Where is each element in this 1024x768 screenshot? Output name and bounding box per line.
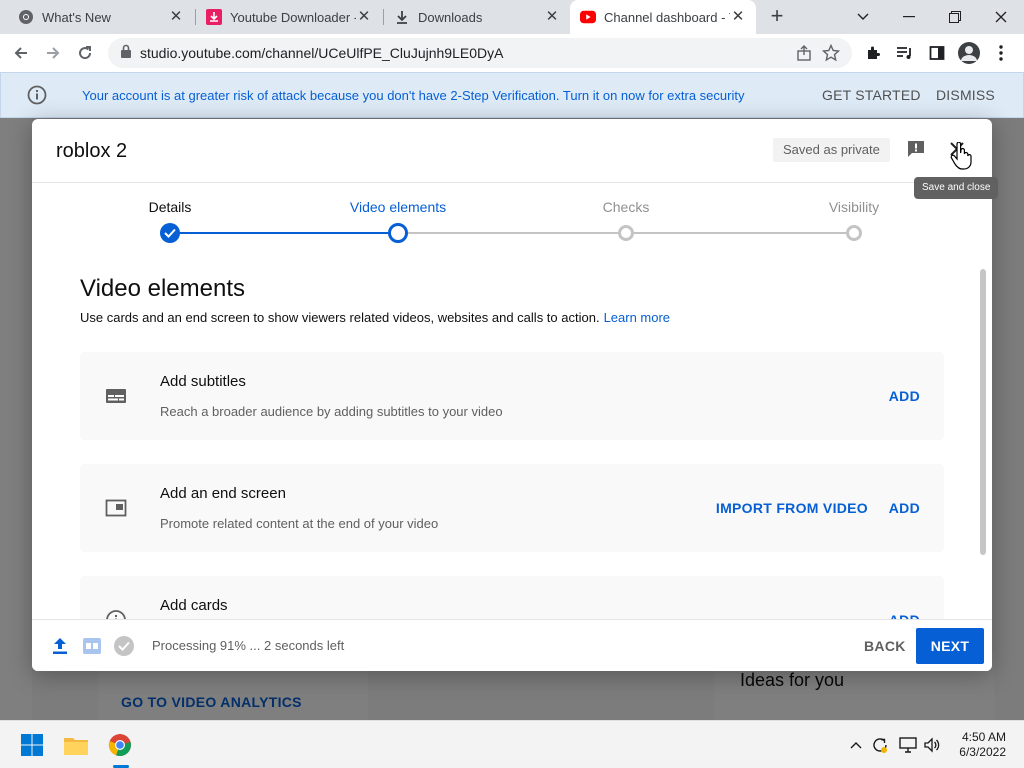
saved-status-badge: Saved as private: [773, 138, 890, 162]
new-tab-button[interactable]: +: [764, 5, 790, 29]
url-text: studio.youtube.com/channel/UCeUlfPE_CluJ…: [140, 45, 504, 61]
checks-complete-icon: [113, 635, 135, 662]
download-app-icon: [206, 9, 222, 25]
clock-date: 6/3/2022: [959, 745, 1006, 759]
step-connector: [170, 232, 398, 234]
restore-button[interactable]: [932, 0, 978, 34]
tab-search-icon[interactable]: [840, 0, 886, 34]
back-button[interactable]: BACK: [864, 638, 906, 654]
step-label-details[interactable]: Details: [149, 199, 192, 215]
banner-message: Your account is at greater risk of attac…: [82, 87, 745, 103]
chrome-taskbar-icon[interactable]: [106, 731, 134, 759]
download-icon: [394, 9, 410, 25]
step-current-dot[interactable]: [388, 223, 408, 243]
section-title: Video elements: [80, 275, 245, 302]
element-name: Add subtitles: [160, 373, 246, 390]
hand-cursor-icon: [950, 141, 972, 175]
tab-title: What's New: [42, 9, 111, 25]
dialog-scrollbar[interactable]: [980, 269, 986, 555]
step-label-checks[interactable]: Checks: [603, 199, 650, 215]
windows-taskbar: 4:50 AM 6/3/2022: [0, 720, 1024, 768]
add-end-screen-button[interactable]: ADD: [889, 500, 920, 516]
element-description: Promote related content at the end of yo…: [160, 516, 439, 531]
processing-status: Processing 91% ... 2 seconds left: [152, 638, 345, 653]
element-description: Reach a broader audience by adding subti…: [160, 404, 503, 419]
tab-channel-dashboard[interactable]: Channel dashboard - Y ✕: [570, 0, 756, 34]
next-button[interactable]: NEXT: [916, 628, 984, 664]
upload-dialog: roblox 2 Saved as private Details Video …: [32, 119, 992, 671]
side-panel-icon[interactable]: [922, 38, 952, 68]
end-screen-icon: [104, 496, 128, 520]
share-icon[interactable]: [796, 45, 812, 66]
minimize-button[interactable]: [886, 0, 932, 34]
close-window-button[interactable]: [978, 0, 1024, 34]
get-started-button[interactable]: GET STARTED: [822, 87, 921, 103]
subtitles-icon: [104, 384, 128, 408]
file-explorer-icon[interactable]: [62, 731, 90, 759]
tab-whats-new[interactable]: What's New ✕: [8, 0, 194, 34]
tab-downloads[interactable]: Downloads ✕: [384, 0, 570, 34]
info-icon: [27, 85, 47, 110]
forward-arrow-icon[interactable]: [38, 38, 68, 68]
step-todo-dot[interactable]: [618, 225, 634, 241]
save-and-close-tooltip: Save and close: [914, 177, 999, 199]
section-desc-text: Use cards and an end screen to show view…: [80, 310, 600, 325]
step-label-video-elements[interactable]: Video elements: [350, 199, 446, 215]
step-done-check-icon[interactable]: [160, 223, 180, 243]
volume-icon[interactable]: [918, 731, 946, 759]
element-name: Add cards: [160, 597, 228, 614]
extensions-puzzle-icon[interactable]: [858, 38, 888, 68]
profile-avatar[interactable]: [954, 38, 984, 68]
add-subtitles-button[interactable]: ADD: [889, 388, 920, 404]
import-from-video-button[interactable]: IMPORT FROM VIDEO: [716, 500, 868, 516]
tab-title: Youtube Downloader -: [230, 9, 356, 25]
media-queue-icon[interactable]: [890, 38, 920, 68]
learn-more-link[interactable]: Learn more: [604, 310, 670, 325]
security-banner: Your account is at greater risk of attac…: [0, 72, 1024, 118]
video-title: roblox 2: [56, 140, 128, 162]
section-description: Use cards and an end screen to show view…: [80, 310, 670, 325]
hd-badge-icon: [82, 636, 102, 661]
clock-time: 4:50 AM: [961, 730, 1006, 744]
end-screen-card: Add an end screen Promote related conten…: [80, 464, 944, 552]
tab-youtube-downloader[interactable]: Youtube Downloader - ✕: [196, 0, 382, 34]
subtitles-card: Add subtitles Reach a broader audience b…: [80, 352, 944, 440]
tab-title: Downloads: [418, 9, 483, 25]
system-clock[interactable]: 4:50 AM 6/3/2022: [946, 730, 1006, 760]
tab-close-icon[interactable]: ✕: [356, 9, 372, 25]
windows-start-icon[interactable]: [18, 731, 46, 759]
element-name: Add an end screen: [160, 485, 286, 502]
step-label-visibility[interactable]: Visibility: [829, 199, 879, 215]
tab-close-icon[interactable]: ✕: [544, 9, 560, 25]
bookmark-star-icon[interactable]: [821, 43, 841, 67]
dismiss-button[interactable]: DISMISS: [936, 87, 995, 103]
sync-icon[interactable]: [866, 731, 894, 759]
browser-tabstrip: What's New ✕ Youtube Downloader - ✕ Down…: [0, 0, 1024, 34]
youtube-icon: [580, 9, 596, 25]
dialog-footer: Processing 91% ... 2 seconds left BACK N…: [32, 619, 992, 671]
browser-toolbar: studio.youtube.com/channel/UCeUlfPE_CluJ…: [0, 34, 1024, 72]
step-todo-dot[interactable]: [846, 225, 862, 241]
back-arrow-icon[interactable]: [6, 38, 36, 68]
address-bar[interactable]: studio.youtube.com/channel/UCeUlfPE_CluJ…: [108, 38, 852, 68]
upload-arrow-icon: [52, 637, 68, 660]
header-divider: [32, 182, 992, 183]
lock-icon: [120, 44, 132, 63]
tab-title: Channel dashboard - Y: [604, 9, 730, 25]
tab-close-icon[interactable]: ✕: [168, 9, 184, 25]
reload-icon[interactable]: [70, 38, 100, 68]
chrome-icon: [18, 9, 34, 25]
feedback-icon[interactable]: [904, 137, 928, 161]
tab-close-icon[interactable]: ✕: [730, 9, 746, 25]
browser-menu-icon[interactable]: [986, 38, 1016, 68]
